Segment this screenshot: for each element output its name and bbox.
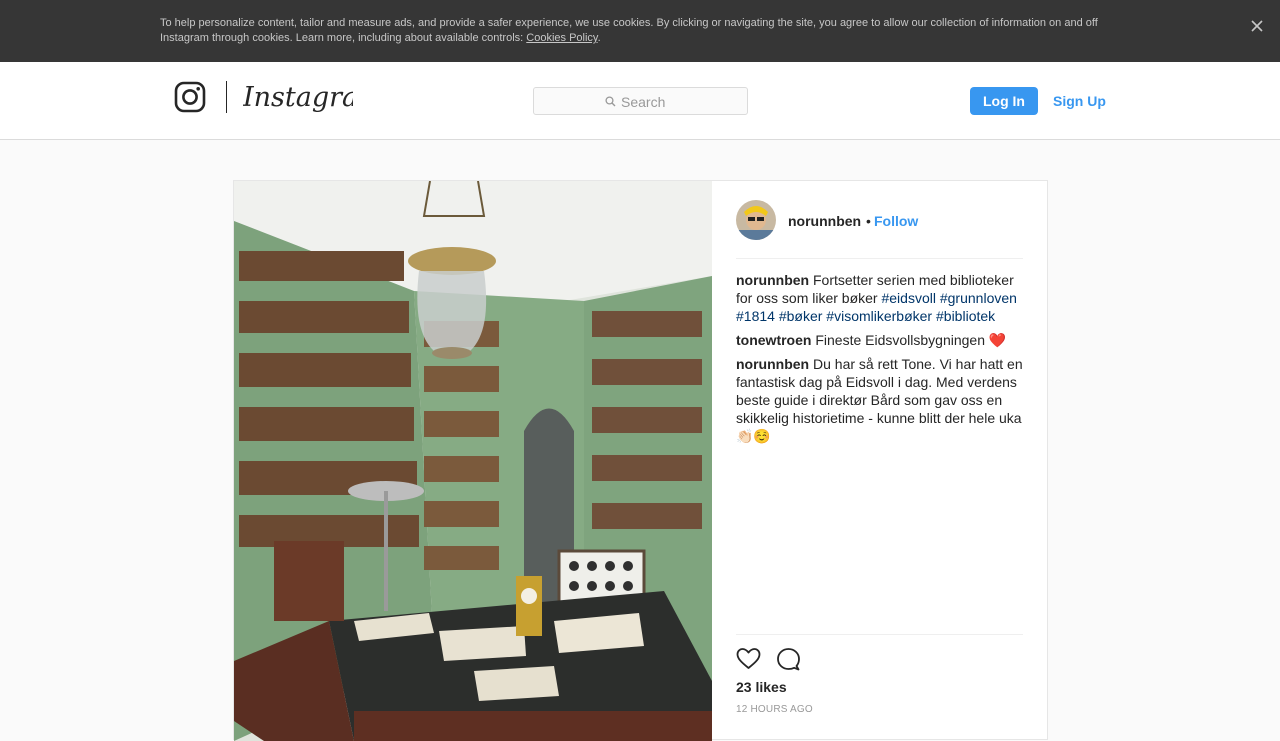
comment-caption: norunnben Fortsetter serien med bibliote… (736, 271, 1023, 325)
post-actions-bar (736, 634, 1023, 680)
cookie-notice-text: To help personalize content, tailor and … (160, 16, 1120, 46)
separator-dot: • (866, 213, 871, 229)
cookie-notice-suffix: . (597, 32, 601, 44)
cookies-policy-link[interactable]: Cookies Policy (526, 32, 597, 44)
search-icon (605, 96, 616, 107)
post-photo[interactable] (234, 181, 712, 741)
hashtag-link[interactable]: #bibliotek (936, 308, 995, 324)
instagram-glyph-icon[interactable] (174, 81, 206, 113)
hashtag-link[interactable]: #bøker (779, 308, 823, 324)
library-photo-illustration (234, 181, 712, 741)
post-card: norunnben • Follow norunnben Fortsetter … (233, 180, 1048, 741)
post-author-username[interactable]: norunnben (788, 213, 861, 229)
wordmark-text: Instagram (243, 82, 353, 113)
comment-item: tonewtroen Fineste Eidsvollsbygningen ❤️ (736, 331, 1023, 349)
post-timestamp[interactable]: 12 hours ago (736, 704, 813, 715)
instagram-wordmark-logo[interactable]: Instagram (243, 77, 353, 117)
post-header: norunnben • Follow (736, 181, 1023, 259)
logo-divider (226, 81, 227, 113)
comment-username[interactable]: norunnben (736, 272, 809, 288)
close-icon[interactable] (1248, 17, 1266, 35)
search-placeholder: Search (621, 94, 666, 110)
sign-up-link[interactable]: Sign Up (1053, 93, 1106, 109)
cookie-notice-body: To help personalize content, tailor and … (160, 17, 1098, 44)
cookie-banner: To help personalize content, tailor and … (0, 0, 1280, 62)
search-input[interactable]: Search (533, 87, 748, 115)
avatar[interactable] (736, 200, 776, 240)
speech-bubble-icon[interactable] (776, 647, 801, 671)
comments-list: norunnben Fortsetter serien med bibliote… (736, 271, 1023, 451)
hashtag-link[interactable]: #grunnloven (940, 290, 1017, 306)
follow-button[interactable]: Follow (874, 213, 918, 229)
comment-username[interactable]: tonewtroen (736, 332, 811, 348)
log-in-button[interactable]: Log In (970, 87, 1038, 115)
hashtag-link[interactable]: #visomlikerbøker (826, 308, 932, 324)
likes-count[interactable]: 23 likes (736, 679, 787, 695)
heart-icon[interactable] (736, 647, 761, 671)
hashtag-link[interactable]: #1814 (736, 308, 775, 324)
post-details-panel: norunnben • Follow norunnben Fortsetter … (712, 181, 1047, 741)
top-navigation: Instagram Search Log In Sign Up (0, 62, 1280, 140)
hashtag-link[interactable]: #eidsvoll (881, 290, 935, 306)
comment-item: norunnben Du har så rett Tone. Vi har ha… (736, 355, 1023, 445)
avatar-image (736, 200, 776, 240)
comment-username[interactable]: norunnben (736, 356, 809, 372)
comment-text: Fineste Eidsvollsbygningen ❤️ (811, 332, 1007, 348)
